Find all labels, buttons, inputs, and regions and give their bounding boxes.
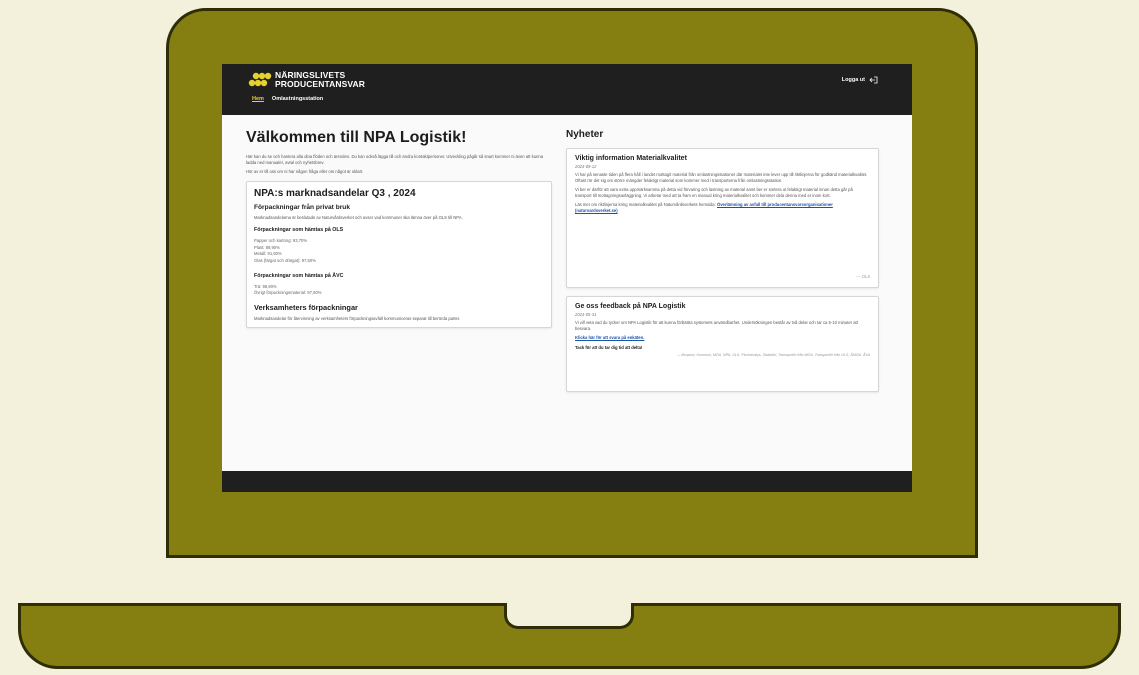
news-item-date: 2024-09-12 — [575, 164, 597, 169]
news-card-feedback: Ge oss feedback på NPA Logistik 2024-05-… — [566, 296, 879, 392]
news-section: Nyheter Viktig information Materialkvali… — [566, 129, 879, 392]
survey-link[interactable]: Klicka här för att svara på enkäten. — [575, 335, 644, 340]
ols-heading: Förpackningar som hämtas på OLS — [254, 227, 344, 234]
app-header: NÄRINGSLIVETS PRODUCENTANSVAR Hem Omlast… — [222, 64, 912, 115]
laptop-screen: NÄRINGSLIVETS PRODUCENTANSVAR Hem Omlast… — [222, 64, 912, 492]
welcome-section: Välkommen till NPA Logistik! Här kan du … — [246, 129, 552, 329]
business-text: Marknadsandelar för återvinning av verks… — [254, 315, 461, 321]
list-item: Övrigt förpackningsmaterial: 97,50% — [254, 290, 322, 296]
nav-item-hem[interactable]: Hem — [252, 96, 264, 102]
news-item-paragraph: Vi har på senaste tiden på flera håll i … — [575, 172, 868, 183]
page-title: Välkommen till NPA Logistik! — [246, 129, 467, 146]
laptop-base — [18, 603, 1121, 669]
logo-line2: PRODUCENTANSVAR — [275, 78, 365, 89]
news-item-title: Viktig information Materialkvalitet — [575, 155, 687, 162]
news-item-link-prefix: Läs mer om riktlinjerna kring materialkv… — [575, 202, 717, 208]
avc-heading: Förpackningar som hämtas på ÅVC — [254, 273, 344, 279]
welcome-contact: Hör av er till oss om ni har någon fråga… — [246, 169, 364, 175]
news-item-signature: — OLS — [856, 274, 870, 279]
avc-list: Trä: 98,90% Övrigt förpackningsmaterial:… — [254, 284, 544, 297]
logout-icon — [869, 76, 878, 84]
market-share-card: NPA:s marknadsandelar Q3 , 2024 Förpackn… — [246, 180, 552, 329]
ols-list: Papper och kartong: 93,70% Plast: 89,90%… — [254, 238, 544, 264]
app-footer — [222, 471, 912, 492]
npa-logo[interactable]: NÄRINGSLIVETS PRODUCENTANSVAR — [248, 71, 365, 88]
news-item-paragraph: Vi vill veta vad du tycker om NPA Logist… — [575, 320, 858, 331]
business-heading: Verksamheters förpackningar — [254, 302, 358, 312]
logo-dots-icon — [248, 72, 272, 86]
private-heading: Förpackningar från privat bruk — [254, 203, 350, 211]
logout-button[interactable]: Logga ut — [842, 76, 878, 84]
laptop-base-notch — [504, 603, 634, 629]
nav-item-omlastningsstation[interactable]: Omlastningsstation — [272, 96, 323, 102]
list-item: Glas (färgat och ofärgat): 97,50% — [254, 257, 316, 263]
news-item-title: Ge oss feedback på NPA Logistik — [575, 303, 686, 310]
private-text: Marknadsandelarna är beslutade av Naturv… — [254, 214, 463, 220]
logo-text: NÄRINGSLIVETS PRODUCENTANSVAR — [275, 71, 365, 88]
news-item-paragraph: Läs mer om riktlinjerna kring materialkv… — [575, 202, 870, 213]
news-item-signature: — Bonprov, Kommun, MÖA, NPA, OLS, Plocka… — [676, 352, 870, 357]
logout-label: Logga ut — [841, 77, 865, 83]
welcome-intro: Här kan du se och hantera alla dina flöd… — [246, 154, 544, 165]
main-nav: Hem Omlastningsstation — [252, 96, 323, 102]
survey-link-line: Klicka här för att svara på enkäten. — [575, 335, 870, 341]
news-item-thanks: Tack för att du tar dig tid att delta! — [575, 344, 643, 350]
news-item-paragraph: Vi ber er därför att vara extra uppmärks… — [575, 187, 853, 198]
market-share-title: NPA:s marknadsandelar Q3 , 2024 — [254, 187, 416, 199]
news-card-materialkvalitet: Viktig information Materialkvalitet 2024… — [566, 148, 879, 288]
news-title: Nyheter — [566, 129, 604, 140]
news-item-date: 2024-05-31 — [575, 312, 597, 317]
